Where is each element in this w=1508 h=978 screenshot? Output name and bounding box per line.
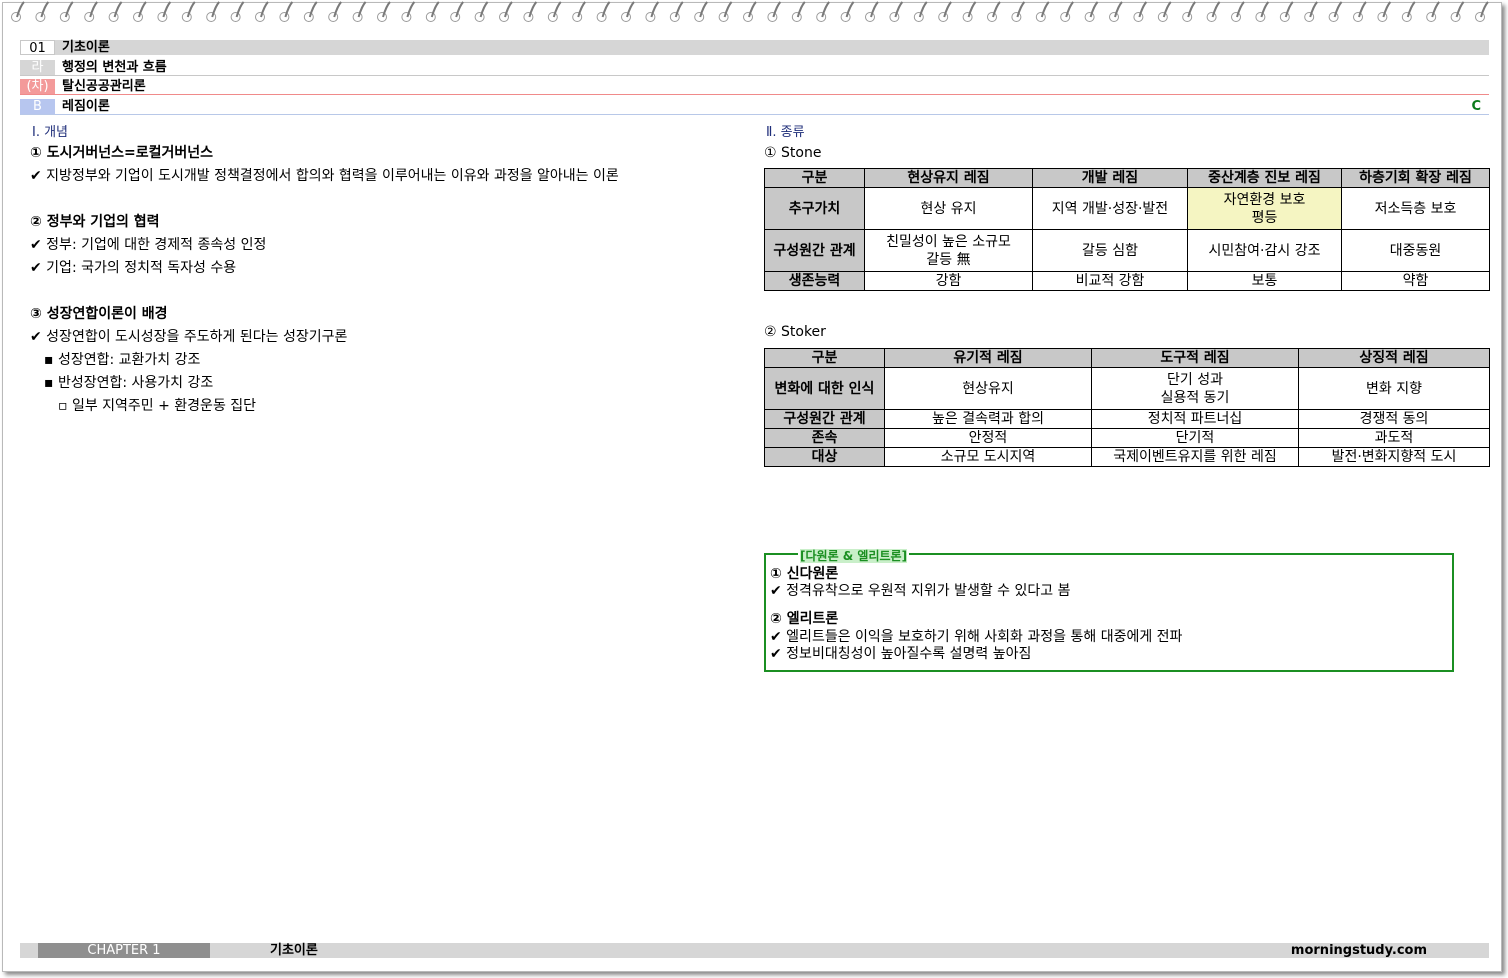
concept-subline: ▪ 성장연합: 교환가치 강조 [44,352,201,368]
table-cell: 단기 성과 실용적 동기 [1091,367,1299,410]
concept-subsubline: ▫ 일부 지역주민 + 환경운동 집단 [58,398,257,414]
table-row: 구성원간 관계 높은 결속력과 합의 정치적 파트너십 경쟁적 동의 [764,409,1490,429]
table-cell: 높은 결속력과 합의 [884,409,1092,429]
stone-table: 구분 현상유지 레짐 개발 레짐 중산계층 진보 레짐 하층기회 확장 레짐 추… [764,168,1490,291]
topic-tag: B [20,99,55,114]
topic-title: 레짐이론 [62,99,110,114]
stoker-heading: ② Stoker [764,324,826,340]
table-cell: 시민참여·감시 강조 [1187,229,1342,272]
row-label: 변화에 대한 인식 [764,367,885,410]
chapter-title: 기초이론 [62,40,110,55]
table-cell: 단기적 [1091,428,1299,448]
table-cell-highlighted: 자연환경 보호 평등 [1187,187,1342,230]
table-header-cell: 구분 [764,168,865,188]
footer-site: morningstudy.com [1290,943,1427,958]
table-cell: 갈등 심함 [1032,229,1188,272]
footer-chapter: CHAPTER 1 [38,943,210,958]
table-header-cell: 상징적 레짐 [1298,348,1490,368]
stone-heading: ① Stone [764,145,822,161]
table-cell: 비교적 강함 [1032,271,1188,291]
table-header-row: 구분 유기적 레짐 도구적 레짐 상징적 레짐 [764,348,1490,368]
chapter-number: 01 [20,40,55,56]
page-footer: CHAPTER 1 기초이론 morningstudy.com [20,943,1489,958]
breadcrumb-topic: B 레짐이론 C [20,99,1489,115]
table-cell: 국제이벤트유지를 위한 레짐 [1091,447,1299,467]
table-cell: 강함 [864,271,1033,291]
table-cell: 현상 유지 [864,187,1033,230]
table-cell: 저소득층 보호 [1341,187,1490,230]
breadcrumb-section: (차) 탈신공공관리론 [20,79,1489,95]
row-label: 존속 [764,428,885,448]
table-cell: 약함 [1341,271,1490,291]
concept-line: ✔ 성장연합이 도시성장을 주도하게 된다는 성장기구론 [30,329,348,345]
table-header-cell: 도구적 레짐 [1091,348,1299,368]
concept-subline: ▪ 반성장연합: 사용가치 강조 [44,375,214,391]
box-heading-2: ② 엘리트론 [770,611,839,627]
table-row: 추구가치 현상 유지 지역 개발·성장·발전 자연환경 보호 평등 저소득층 보… [764,187,1490,230]
concept-heading-1: ① 도시거버넌스=로컬거버넌스 [30,145,214,161]
breadcrumb-part: 라 행정의 변천과 흐름 [20,60,1489,76]
concept-line: ✔ 기업: 국가의 정치적 독자성 수용 [30,260,237,276]
footer-title: 기초이론 [270,943,318,958]
table-header-cell: 구분 [764,348,885,368]
table-row: 변화에 대한 인식 현상유지 단기 성과 실용적 동기 변화 지향 [764,367,1490,410]
table-header-cell: 유기적 레짐 [884,348,1092,368]
table-row: 생존능력 강함 비교적 강함 보통 약함 [764,271,1490,291]
table-cell: 소규모 도시지역 [884,447,1092,467]
table-header-row: 구분 현상유지 레짐 개발 레짐 중산계층 진보 레짐 하층기회 확장 레짐 [764,168,1490,188]
table-cell: 발전·변화지향적 도시 [1298,447,1490,467]
section-title: 탈신공공관리론 [62,79,146,94]
level-mark: C [1471,99,1481,114]
part-tag: 라 [20,60,55,75]
row-label: 구성원간 관계 [764,229,865,272]
row-label: 대상 [764,447,885,467]
row-label: 생존능력 [764,271,865,291]
stoker-table: 구분 유기적 레짐 도구적 레짐 상징적 레짐 변화에 대한 인식 현상유지 단… [764,348,1490,467]
concept-heading-2: ② 정부와 기업의 협력 [30,214,160,230]
table-cell: 과도적 [1298,428,1490,448]
spiral-binding-icon [11,1,1489,22]
table-cell: 현상유지 [884,367,1092,410]
table-header-cell: 현상유지 레짐 [864,168,1033,188]
table-row: 구성원간 관계 친밀성이 높은 소규모 갈등 無 갈등 심함 시민참여·감시 강… [764,229,1490,272]
table-cell: 정치적 파트너십 [1091,409,1299,429]
table-cell: 경쟁적 동의 [1298,409,1490,429]
table-cell: 대중동원 [1341,229,1490,272]
concept-line: ✔ 지방정부와 기업이 도시개발 정책결정에서 합의와 협력을 이루어내는 이유… [30,168,619,184]
page-frame [2,2,1502,972]
table-header-cell: 하층기회 확장 레짐 [1341,168,1490,188]
table-cell: 변화 지향 [1298,367,1490,410]
section-tag: (차) [20,79,55,94]
table-cell: 안정적 [884,428,1092,448]
concept-heading-3: ③ 성장연합이론이 배경 [30,306,168,322]
breadcrumb-chapter: 01 기초이론 [20,40,1489,56]
table-header-cell: 개발 레짐 [1032,168,1188,188]
box-line: ✔ 정격유착으로 우원적 지위가 발생할 수 있다고 봄 [770,583,1071,599]
table-cell: 친밀성이 높은 소규모 갈등 無 [864,229,1033,272]
table-row: 대상 소규모 도시지역 국제이벤트유지를 위한 레짐 발전·변화지향적 도시 [764,447,1490,467]
part-title: 행정의 변천과 흐름 [62,60,167,75]
table-row: 존속 안정적 단기적 과도적 [764,428,1490,448]
types-section-title: Ⅱ. 종류 [766,125,805,140]
box-heading-1: ① 신다원론 [770,566,839,582]
concept-section-title: Ⅰ. 개념 [32,125,69,140]
table-header-cell: 중산계층 진보 레짐 [1187,168,1342,188]
box-title-text: [다원론 & 엘리트론] [800,549,908,563]
row-label: 추구가치 [764,187,865,230]
row-label: 구성원간 관계 [764,409,885,429]
box-line: ✔ 정보비대칭성이 높아질수록 설명력 높아짐 [770,646,1032,662]
concept-line: ✔ 정부: 기업에 대한 경제적 종속성 인정 [30,237,267,253]
table-cell: 보통 [1187,271,1342,291]
box-title: [다원론 & 엘리트론] [798,547,910,564]
table-cell: 지역 개발·성장·발전 [1032,187,1188,230]
box-line: ✔ 엘리트들은 이익을 보호하기 위해 사회화 과정을 통해 대중에게 전파 [770,629,1183,645]
